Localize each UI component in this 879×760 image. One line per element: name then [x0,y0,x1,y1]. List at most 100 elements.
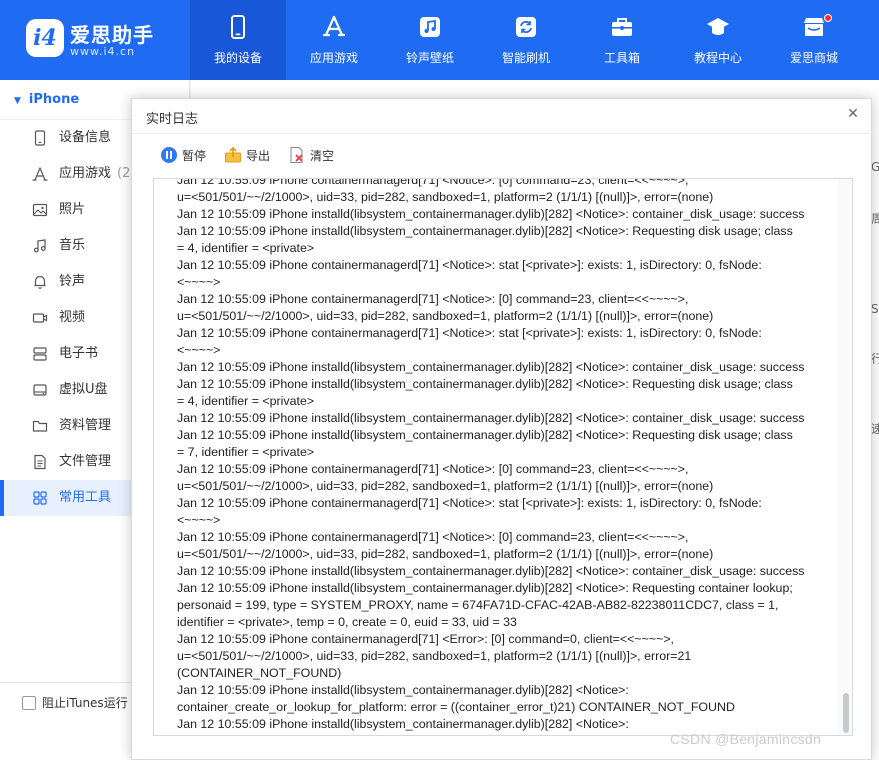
nav-label: 应用游戏 [309,51,358,65]
refresh-box-icon [516,17,536,37]
toolbox-icon [612,18,632,36]
pause-label: 暂停 [182,148,207,163]
nav-ringtones-wallpapers[interactable]: 铃声壁纸 [382,0,478,80]
sidebar-item-label: 虚拟U盘 [59,382,108,397]
log-line: u=<501/501/~~/2/1000>, uid=33, pid=282, … [177,309,714,323]
music-note-icon [420,17,440,37]
music-note-icon [33,239,46,253]
log-line: Jan 12 10:55:09 iPhone containermanagerd… [177,258,762,272]
main-nav: 我的设备 应用游戏 铃声壁纸 智能刷机 工具箱 教程中心 爱思商城 [190,0,862,80]
log-lines: Jan 12 10:55:09 iPhone containermanagerd… [177,178,833,733]
log-line: Jan 12 10:55:09 iPhone containermanagerd… [177,292,689,306]
sidebar-item-label: 音乐 [59,238,86,253]
video-icon [32,313,48,323]
nav-label: 我的设备 [213,51,262,65]
app-logo[interactable]: i4 爱思助手 www.i4.cn [26,15,176,65]
log-line: Jan 12 10:55:09 iPhone installd(libsyste… [177,224,793,238]
sidebar-item-label: 视频 [59,310,86,325]
clipped-text-edge: 周 [871,212,879,224]
log-line: Jan 12 10:55:09 iPhone containermanagerd… [177,530,689,544]
nav-tutorial-center[interactable]: 教程中心 [670,0,766,80]
photo-icon [32,203,48,217]
brand-url: www.i4.cn [70,45,136,58]
log-line: = 4, identifier = <private> [177,241,315,255]
nav-smart-flash[interactable]: 智能刷机 [478,0,574,80]
clipped-text-edge: G [871,160,879,174]
log-line: u=<501/501/~~/2/1000>, uid=33, pid=282, … [177,190,714,204]
divider [132,133,873,134]
log-line: (CONTAINER_NOT_FOUND) [177,666,342,680]
log-line: = 7, identifier = <private> [177,445,315,459]
block-itunes-checkbox[interactable] [22,696,36,710]
scrollbar-thumb[interactable] [843,693,849,733]
close-icon[interactable]: ✕ [845,106,861,122]
log-line: <~~~~> [177,513,221,527]
nav-label: 智能刷机 [501,51,550,65]
log-line: Jan 12 10:55:09 iPhone containermanagerd… [177,178,689,187]
log-line: Jan 12 10:55:09 iPhone installd(libsyste… [177,581,793,595]
sidebar-item-label: 资料管理 [59,418,112,433]
checkbox-label: 阻止iTunes运行 [42,696,128,710]
book-icon [33,347,47,361]
sidebar-item-label: 电子书 [59,346,99,361]
device-name: iPhone [28,92,80,107]
log-line: Jan 12 10:55:09 iPhone installd(libsyste… [177,377,793,391]
log-output[interactable]: Jan 12 10:55:09 iPhone containermanagerd… [153,178,853,736]
grid-icon [33,491,47,505]
watermark: CSDN @Benjamincsdn [670,731,822,747]
graduation-cap-icon [707,18,729,35]
log-line: Jan 12 10:55:09 iPhone containermanagerd… [177,462,689,476]
nav-label: 爱思商城 [789,51,838,65]
log-line: <~~~~> [177,343,221,357]
log-line: <~~~~> [177,275,221,289]
sidebar-item-label: 设备信息 [59,130,112,145]
phone-icon [231,15,245,39]
export-button[interactable]: 导出 [224,145,270,165]
clipped-text-edge: S [871,302,879,316]
sidebar-item-label: 应用游戏 [59,166,112,181]
clear-label: 清空 [310,148,335,163]
sidebar-item-label: 文件管理 [59,454,112,469]
caret-down-icon: ▼ [14,96,21,106]
log-line: Jan 12 10:55:09 iPhone installd(libsyste… [177,360,805,374]
logo-mark: i4 [26,19,64,57]
log-line: = 4, identifier = <private> [177,394,315,408]
pause-button[interactable]: 暂停 [160,145,206,165]
nav-my-device[interactable]: 我的设备 [190,0,286,80]
log-line: Jan 12 10:55:09 iPhone installd(libsyste… [177,683,629,697]
folder-icon [32,420,48,432]
nav-shop[interactable]: 爱思商城 [766,0,862,80]
usb-drive-icon [33,384,47,396]
top-bar: i4 爱思助手 www.i4.cn 我的设备 应用游戏 铃声壁纸 智能刷机 工具… [0,0,879,80]
log-line: Jan 12 10:55:09 iPhone containermanagerd… [177,632,674,646]
bell-icon [34,275,46,289]
log-line: u=<501/501/~~/2/1000>, uid=33, pid=282, … [177,479,714,493]
log-line: Jan 12 10:55:09 iPhone containermanagerd… [177,326,762,340]
app-store-icon [322,15,346,37]
app-store-icon [32,167,48,181]
pause-icon [161,147,177,163]
log-line: identifier = <private>, temp = 0, create… [177,615,517,629]
notification-badge [824,14,832,22]
nav-apps-games[interactable]: 应用游戏 [286,0,382,80]
log-line: Jan 12 10:55:09 iPhone containermanagerd… [177,496,762,510]
log-scrollbar[interactable] [838,179,852,735]
sidebar-item-label: 常用工具 [59,490,112,505]
nav-toolbox[interactable]: 工具箱 [574,0,670,80]
log-line: u=<501/501/~~/2/1000>, uid=33, pid=282, … [177,649,692,663]
log-line: Jan 12 10:55:09 iPhone installd(libsyste… [177,411,805,425]
sidebar-item-label: 铃声 [59,274,86,289]
nav-label: 工具箱 [603,51,640,65]
dialog-title: 实时日志 [146,112,199,127]
log-toolbar: 暂停 导出 清空 [160,145,352,165]
nav-label: 教程中心 [693,51,742,65]
export-label: 导出 [246,148,271,163]
clear-button[interactable]: 清空 [288,145,334,165]
log-line: container_create_or_lookup_for_platform:… [177,700,735,714]
clipped-text-edge: 行 [871,352,879,364]
log-line: Jan 12 10:55:09 iPhone installd(libsyste… [177,428,793,442]
clipped-text-edge: 速 [871,422,879,434]
nav-label: 铃声壁纸 [405,51,454,65]
sidebar-item-label: 照片 [59,202,86,217]
log-line: Jan 12 10:55:09 iPhone installd(libsyste… [177,564,805,578]
